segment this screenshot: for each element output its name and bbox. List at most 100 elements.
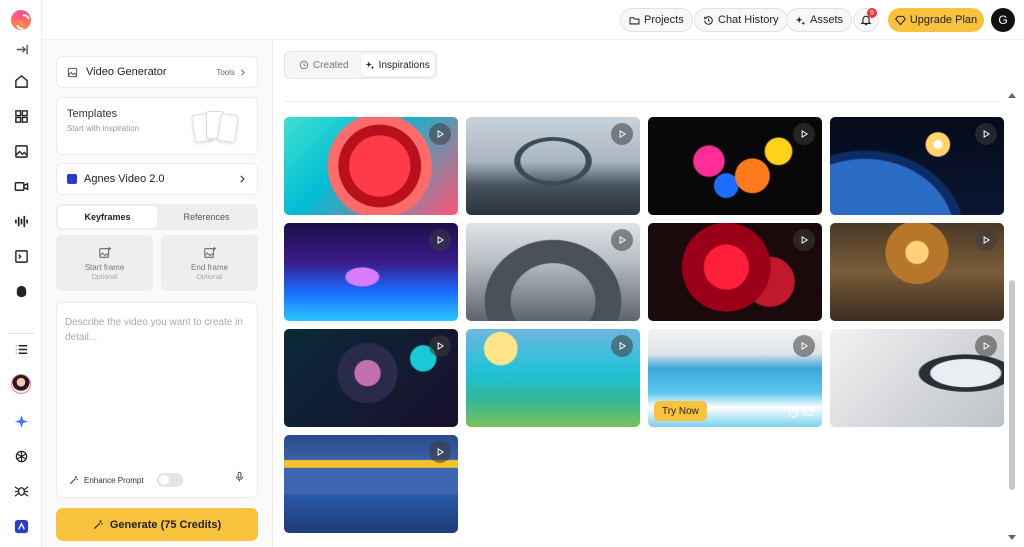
- image-icon[interactable]: [11, 141, 31, 161]
- openai-icon[interactable]: [11, 446, 31, 466]
- video-thumbnail[interactable]: [466, 117, 640, 215]
- heart-icon: [788, 408, 798, 418]
- sparkle-icon[interactable]: [11, 411, 31, 431]
- home-icon[interactable]: [11, 71, 31, 91]
- play-icon[interactable]: [975, 229, 997, 251]
- folder-icon: [629, 16, 640, 24]
- video-icon[interactable]: [11, 176, 31, 196]
- model-name: Agnes Video 2.0: [84, 173, 165, 185]
- video-thumbnail[interactable]: [830, 329, 1004, 427]
- generate-button[interactable]: Generate (75 Credits): [56, 508, 258, 541]
- sparkles-icon: [365, 61, 375, 70]
- magic-wand-icon: [69, 476, 78, 485]
- user-avatar[interactable]: G: [991, 8, 1015, 32]
- end-frame-optional: Optional: [196, 273, 223, 281]
- diamond-icon: [894, 15, 906, 25]
- video-thumbnail[interactable]: [284, 117, 458, 215]
- start-frame-upload[interactable]: Start frame Optional: [56, 235, 153, 291]
- play-icon[interactable]: [429, 441, 451, 463]
- play-icon[interactable]: [793, 335, 815, 357]
- video-thumbnail[interactable]: [284, 329, 458, 427]
- prompt-placeholder[interactable]: Describe the video you want to create in…: [65, 315, 250, 345]
- generator-panel: Video Generator Tools Templates Start wi…: [42, 40, 273, 547]
- model-icon: [67, 174, 77, 184]
- tab-inspirations-label: Inspirations: [378, 59, 430, 71]
- start-frame-optional: Optional: [91, 273, 118, 281]
- rail-divider: [8, 333, 34, 334]
- scroll-up-arrow[interactable]: [1008, 93, 1016, 98]
- user-avatar-rail[interactable]: [11, 374, 31, 394]
- notification-badge: 9: [867, 8, 877, 18]
- scroll-down-arrow[interactable]: [1008, 535, 1016, 540]
- play-icon[interactable]: [793, 229, 815, 251]
- video-thumbnail[interactable]: [284, 223, 458, 321]
- mask-icon[interactable]: [11, 281, 31, 301]
- try-now-button[interactable]: Try Now: [654, 401, 707, 421]
- list-icon[interactable]: [11, 339, 31, 359]
- video-generator-selector[interactable]: Video Generator Tools: [56, 56, 258, 88]
- tab-references[interactable]: References: [157, 206, 256, 228]
- end-frame-upload[interactable]: End frame Optional: [161, 235, 258, 291]
- tab-keyframes[interactable]: Keyframes: [58, 206, 157, 228]
- play-icon[interactable]: [429, 229, 451, 251]
- model-selector[interactable]: Agnes Video 2.0: [56, 163, 258, 195]
- enhance-prompt-label: Enhance Prompt: [84, 475, 144, 485]
- video-thumbnail[interactable]: [648, 223, 822, 321]
- tools-link[interactable]: Tools: [216, 68, 235, 77]
- add-image-icon: [98, 246, 111, 258]
- play-icon[interactable]: [611, 335, 633, 357]
- assets-label: Assets: [810, 14, 844, 26]
- video-thumbnail[interactable]: [648, 117, 822, 215]
- projects-label: Projects: [644, 14, 684, 26]
- add-image-icon: [203, 246, 216, 258]
- video-thumbnail[interactable]: [830, 117, 1004, 215]
- assets-button[interactable]: Assets: [786, 8, 853, 32]
- video-thumbnail[interactable]: [466, 329, 640, 427]
- inspiration-gallery: Created Inspirations Try Now 62: [273, 40, 1024, 547]
- scroll-thumb[interactable]: [1009, 280, 1015, 490]
- play-icon[interactable]: [793, 123, 815, 145]
- scrollbar[interactable]: [1008, 90, 1016, 540]
- upgrade-plan-button[interactable]: Upgrade Plan: [888, 8, 984, 32]
- video-thumbnail[interactable]: [466, 223, 640, 321]
- app-icon[interactable]: [11, 516, 31, 536]
- audio-wave-icon[interactable]: [11, 211, 31, 231]
- logo[interactable]: [11, 10, 31, 30]
- avatar: [11, 374, 31, 394]
- image-icon: [67, 67, 78, 77]
- play-icon[interactable]: [429, 335, 451, 357]
- end-frame-label: End frame: [191, 262, 228, 272]
- microphone-icon[interactable]: [234, 469, 245, 487]
- tab-created[interactable]: Created: [287, 54, 361, 76]
- play-icon[interactable]: [611, 229, 633, 251]
- enhance-prompt-row: Enhance Prompt: [69, 473, 183, 487]
- divider: [284, 101, 999, 102]
- prompt-box[interactable]: Describe the video you want to create in…: [56, 302, 258, 498]
- chevron-right-icon: [241, 68, 245, 76]
- history-icon: [704, 15, 713, 25]
- grid-icon[interactable]: [11, 106, 31, 126]
- sparkles-icon: [795, 15, 806, 25]
- projects-button[interactable]: Projects: [620, 8, 693, 32]
- terminal-icon[interactable]: [11, 246, 31, 266]
- video-thumbnail[interactable]: [830, 223, 1004, 321]
- video-thumbnail[interactable]: Try Now 62: [648, 329, 822, 427]
- likes-count[interactable]: 62: [788, 407, 814, 419]
- enhance-prompt-toggle[interactable]: [156, 473, 183, 487]
- templates-card[interactable]: Templates Start with inspiration: [56, 97, 258, 155]
- likes-value: 62: [801, 407, 814, 419]
- magic-wand-icon: [93, 520, 103, 530]
- play-icon[interactable]: [429, 123, 451, 145]
- tab-inspirations[interactable]: Inspirations: [360, 54, 434, 76]
- start-frame-label: Start frame: [84, 262, 125, 272]
- play-icon[interactable]: [611, 123, 633, 145]
- gallery-tabs: Created Inspirations: [284, 51, 437, 79]
- video-thumbnail[interactable]: [284, 435, 458, 533]
- chat-history-button[interactable]: Chat History: [694, 8, 788, 32]
- collapse-sidebar-icon[interactable]: [11, 39, 31, 59]
- tab-created-label: Created: [312, 59, 349, 71]
- play-icon[interactable]: [975, 335, 997, 357]
- spider-icon[interactable]: [11, 481, 31, 501]
- play-icon[interactable]: [975, 123, 997, 145]
- video-generator-title: Video Generator: [86, 66, 167, 78]
